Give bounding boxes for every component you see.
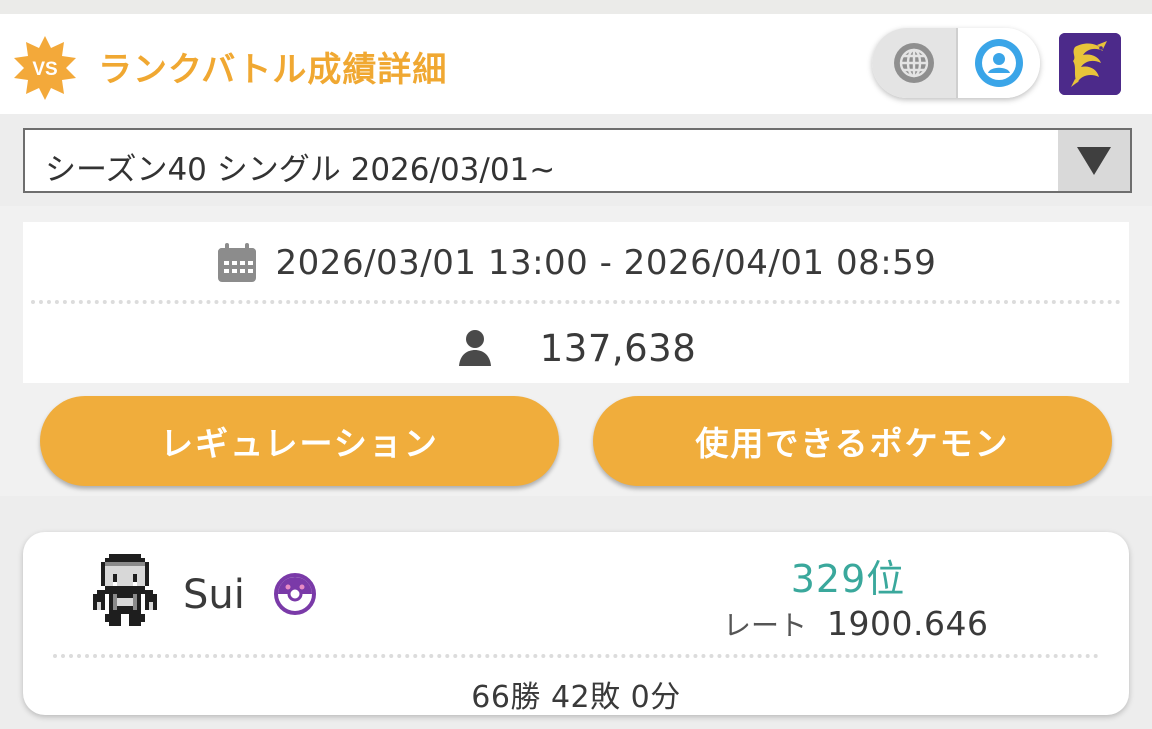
page-title: ランクバトル成績詳細 [98, 50, 448, 90]
players-row: 137,638 [23, 322, 1129, 374]
profile-icon [973, 37, 1025, 89]
usable-pokemon-button[interactable]: 使用できるポケモン [593, 396, 1112, 486]
player-rank: 329位 [790, 557, 906, 601]
season-period-row: 2026/03/01 13:00 - 2026/04/01 08:59 [23, 238, 1129, 288]
vs-badge-text: VS [32, 59, 57, 80]
season-info-card: 2026/03/01 13:00 - 2026/04/01 08:59 137,… [23, 222, 1129, 383]
trainer-avatar-icon [93, 554, 157, 626]
select-arrow-button[interactable] [1058, 130, 1130, 191]
rate-row: レート 1900.646 [723, 604, 988, 644]
header: VS ランクバトル成績詳細 [0, 14, 1152, 114]
app-icon[interactable] [1059, 33, 1121, 95]
person-icon [456, 328, 494, 368]
season-period: 2026/03/01 13:00 - 2026/04/01 08:59 [275, 243, 937, 283]
season-select-value: シーズン40 シングル 2026/03/01~ [45, 152, 556, 188]
top-strip [0, 0, 1152, 14]
master-ball-icon [273, 572, 317, 616]
global-toggle-button[interactable] [872, 28, 956, 98]
calendar-icon [216, 242, 258, 284]
win-loss-record: 66勝 42敗 0分 [471, 680, 681, 715]
globe-icon [892, 41, 936, 85]
players-count: 137,638 [539, 326, 697, 370]
my-record-toggle-button[interactable] [958, 28, 1040, 98]
dotted-divider [31, 300, 1121, 304]
vs-badge-icon: VS [12, 34, 78, 100]
season-select[interactable]: シーズン40 シングル 2026/03/01~ [23, 128, 1132, 193]
rate-value: 1900.646 [827, 604, 989, 643]
dotted-divider [53, 654, 1099, 658]
triangle-down-icon [1077, 146, 1111, 175]
view-toggle [872, 28, 1040, 98]
player-record-card[interactable]: Sui 329位 レート 1900.646 66勝 42敗 0分 [23, 532, 1129, 715]
rate-label: レート [723, 609, 808, 642]
regulation-button[interactable]: レギュレーション [40, 396, 559, 486]
rank-battle-detail-page: VS ランクバトル成績詳細 シーズン40 シングル 2026/03/01~ 20… [0, 0, 1152, 729]
player-name: Sui [183, 572, 245, 618]
